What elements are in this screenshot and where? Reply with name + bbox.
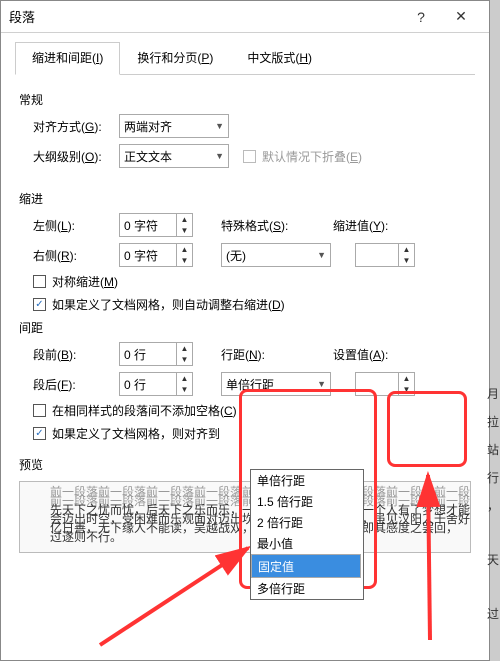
right-indent-label: 右侧(R):	[33, 247, 119, 264]
align-select[interactable]: 两端对齐▼	[119, 114, 229, 138]
set-val-label: 设置值(A):	[333, 346, 405, 363]
no-space-same-checkbox[interactable]: 在相同样式的段落间不添加空格(C)	[33, 402, 237, 419]
checkbox-checked-icon: ✓	[33, 298, 46, 311]
paragraph-dialog: 段落 ? ✕ 缩进和间距(I) 换行和分页(P) 中文版式(H) 常规 对齐方式…	[0, 0, 490, 661]
down-arrow-icon[interactable]: ▼	[177, 354, 192, 365]
chevron-down-icon: ▼	[317, 379, 326, 389]
special-select[interactable]: (无)▼	[221, 243, 331, 267]
checkbox-icon	[33, 404, 46, 417]
checkbox-checked-icon: ✓	[33, 427, 46, 440]
up-arrow-icon[interactable]: ▲	[399, 373, 414, 384]
ls-option[interactable]: 最小值	[251, 533, 363, 554]
left-indent-spinner[interactable]: 0 字符 ▲▼	[119, 213, 193, 237]
section-spacing: 间距	[19, 319, 471, 336]
ls-option-selected[interactable]: 固定值	[251, 554, 361, 578]
outline-label: 大纲级别(O):	[33, 148, 119, 165]
dialog-title: 段落	[9, 7, 401, 26]
special-label: 特殊格式(S):	[221, 217, 309, 234]
tab-line-page-breaks[interactable]: 换行和分页(P)	[120, 42, 230, 75]
checkbox-icon	[243, 150, 256, 163]
indent-val-spinner[interactable]: ▲▼	[355, 243, 415, 267]
background-text: 月 拉 站 行 ， 天 过	[486, 380, 500, 628]
up-arrow-icon[interactable]: ▲	[177, 373, 192, 384]
down-arrow-icon[interactable]: ▼	[399, 384, 414, 395]
down-arrow-icon[interactable]: ▼	[177, 255, 192, 266]
chevron-down-icon: ▼	[317, 250, 326, 260]
align-label: 对齐方式(G):	[33, 118, 119, 135]
before-spinner[interactable]: 0 行 ▲▼	[119, 342, 193, 366]
tab-asian-typography[interactable]: 中文版式(H)	[230, 42, 329, 75]
help-button[interactable]: ?	[401, 9, 441, 25]
dialog-body: 常规 对齐方式(G): 两端对齐▼ 大纲级别(O): 正文文本▼ 默认情况下折叠…	[1, 75, 489, 563]
after-label: 段后(F):	[33, 376, 119, 393]
section-preview: 预览	[19, 456, 471, 473]
up-arrow-icon[interactable]: ▲	[177, 343, 192, 354]
down-arrow-icon[interactable]: ▼	[177, 225, 192, 236]
up-arrow-icon[interactable]: ▲	[177, 244, 192, 255]
after-spinner[interactable]: 0 行 ▲▼	[119, 372, 193, 396]
up-arrow-icon[interactable]: ▲	[177, 214, 192, 225]
tab-indent-spacing[interactable]: 缩进和间距(I)	[15, 42, 120, 75]
ls-option[interactable]: 1.5 倍行距	[251, 491, 363, 512]
ls-option[interactable]: 单倍行距	[251, 470, 363, 491]
left-indent-label: 左侧(L):	[33, 217, 119, 234]
before-label: 段前(B):	[33, 346, 119, 363]
line-spacing-select[interactable]: 单倍行距▼	[221, 372, 331, 396]
grid-indent-checkbox[interactable]: ✓ 如果定义了文档网格，则自动调整右缩进(D)	[33, 296, 285, 313]
tab-strip: 缩进和间距(I) 换行和分页(P) 中文版式(H)	[15, 41, 475, 75]
line-spacing-dropdown[interactable]: 单倍行距 1.5 倍行距 2 倍行距 最小值 固定值 多倍行距	[250, 469, 364, 600]
close-button[interactable]: ✕	[441, 8, 481, 25]
down-arrow-icon[interactable]: ▼	[177, 384, 192, 395]
preview-box: 前一段落前一段落前一段落前一段落前一段落前一段落前一段落前一段落前一段落 前一段…	[19, 481, 471, 553]
grid-snap-checkbox[interactable]: ✓ 如果定义了文档网格，则对齐到	[33, 425, 220, 442]
chevron-down-icon: ▼	[215, 121, 224, 131]
collapse-checkbox: 默认情况下折叠(E)	[243, 148, 362, 165]
outline-select[interactable]: 正文文本▼	[119, 144, 229, 168]
set-val-spinner[interactable]: ▲▼	[355, 372, 415, 396]
line-spacing-label: 行距(N):	[221, 346, 309, 363]
up-arrow-icon[interactable]: ▲	[399, 244, 414, 255]
chevron-down-icon: ▼	[215, 151, 224, 161]
ls-option[interactable]: 2 倍行距	[251, 512, 363, 533]
indent-val-label: 缩进值(Y):	[333, 217, 405, 234]
titlebar: 段落 ? ✕	[1, 1, 489, 33]
section-general: 常规	[19, 91, 471, 108]
checkbox-icon	[33, 275, 46, 288]
ls-option[interactable]: 多倍行距	[251, 578, 363, 599]
sym-indent-checkbox[interactable]: 对称缩进(M)	[33, 273, 118, 290]
right-indent-spinner[interactable]: 0 字符 ▲▼	[119, 243, 193, 267]
down-arrow-icon[interactable]: ▼	[399, 255, 414, 266]
section-indent: 缩进	[19, 190, 471, 207]
